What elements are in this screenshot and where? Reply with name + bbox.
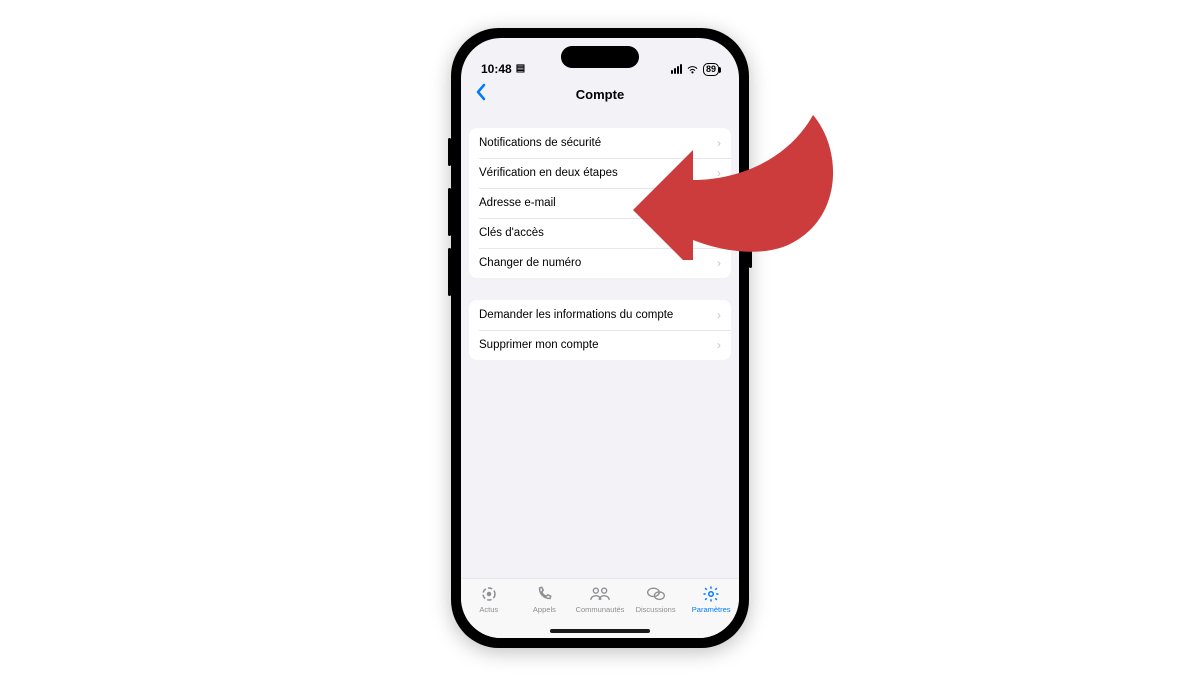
cell-security-notifications[interactable]: Notifications de sécurité › <box>469 128 731 158</box>
phone-frame: 10:48 ▤ 89 Compte <box>451 28 749 648</box>
tab-label: Discussions <box>636 605 676 614</box>
document-icon: ▤ <box>516 63 525 74</box>
back-button[interactable] <box>471 79 491 111</box>
page-title: Compte <box>576 87 624 102</box>
chevron-right-icon: › <box>717 338 721 352</box>
status-time: 10:48 <box>481 62 512 76</box>
cell-change-number[interactable]: Changer de numéro › <box>469 248 731 278</box>
wifi-icon <box>686 64 699 74</box>
cellular-signal-icon <box>671 64 682 74</box>
cell-two-step-verification[interactable]: Vérification en deux étapes › <box>469 158 731 188</box>
battery-icon: 89 <box>703 63 719 76</box>
chat-bubbles-icon <box>646 585 666 603</box>
chevron-right-icon: › <box>717 136 721 150</box>
status-ring-icon <box>480 585 498 603</box>
tab-label: Communautés <box>576 605 625 614</box>
gear-icon <box>702 585 720 603</box>
cell-label: Supprimer mon compte <box>479 339 599 351</box>
cell-label: Changer de numéro <box>479 257 581 269</box>
tab-updates[interactable]: Actus <box>461 585 517 614</box>
volume-down-button <box>448 248 451 296</box>
chevron-right-icon: › <box>717 226 721 240</box>
chevron-right-icon: › <box>717 308 721 322</box>
cell-delete-account[interactable]: Supprimer mon compte › <box>469 330 731 360</box>
tab-calls[interactable]: Appels <box>517 585 573 614</box>
chevron-right-icon: › <box>717 166 721 180</box>
power-button <box>749 198 752 268</box>
home-indicator[interactable] <box>550 629 650 633</box>
cell-label: Adresse e-mail <box>479 197 556 209</box>
chevron-right-icon: › <box>717 256 721 270</box>
screen: 10:48 ▤ 89 Compte <box>461 38 739 638</box>
tab-communities[interactable]: Communautés <box>572 585 628 614</box>
tab-label: Actus <box>479 605 498 614</box>
content-area: Notifications de sécurité › Vérification… <box>461 112 739 578</box>
nav-bar: Compte <box>461 78 739 112</box>
cell-label: Clés d'accès <box>479 227 544 239</box>
mute-switch <box>448 138 451 166</box>
chevron-left-icon <box>475 83 487 101</box>
people-icon <box>590 585 610 603</box>
cell-email-address[interactable]: Adresse e-mail › <box>469 188 731 218</box>
cell-label: Vérification en deux étapes <box>479 167 618 179</box>
cell-label: Demander les informations du compte <box>479 309 673 321</box>
dynamic-island <box>561 46 639 68</box>
cell-label: Notifications de sécurité <box>479 137 601 149</box>
settings-group-2: Demander les informations du compte › Su… <box>469 300 731 360</box>
tab-label: Paramètres <box>692 605 731 614</box>
tab-label: Appels <box>533 605 556 614</box>
tab-settings[interactable]: Paramètres <box>683 585 739 614</box>
settings-group-1: Notifications de sécurité › Vérification… <box>469 128 731 278</box>
phone-icon <box>535 585 553 603</box>
volume-up-button <box>448 188 451 236</box>
cell-request-account-info[interactable]: Demander les informations du compte › <box>469 300 731 330</box>
tab-chats[interactable]: Discussions <box>628 585 684 614</box>
cell-passkeys[interactable]: Clés d'accès › <box>469 218 731 248</box>
chevron-right-icon: › <box>717 196 721 210</box>
